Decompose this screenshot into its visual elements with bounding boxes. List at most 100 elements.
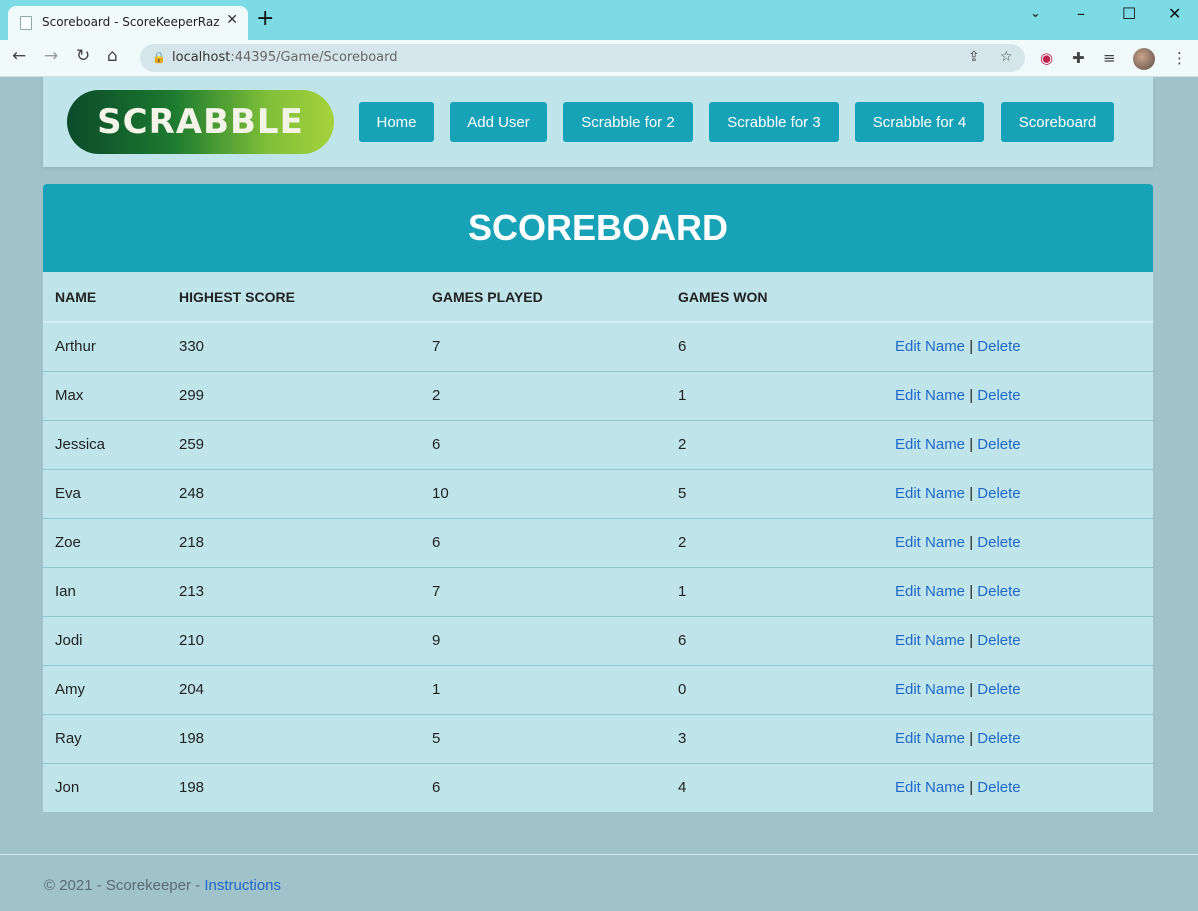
cell-actions: Edit Name | Delete [883,517,1153,567]
cell-games-played: 6 [420,762,666,812]
delete-link[interactable]: Delete [977,730,1020,747]
minimize-icon[interactable]: – [1077,4,1085,23]
cell-name: Jessica [43,419,167,469]
cell-games-played: 7 [420,566,666,616]
action-separator: | [969,730,974,747]
browser-toolbar: ← → ↻ ⌂ 🔒 localhost:44395/Game/Scoreboar… [0,40,1198,77]
edit-name-link[interactable]: Edit Name [895,632,965,649]
cell-games-played: 1 [420,664,666,714]
maximize-icon[interactable]: ☐ [1122,4,1136,23]
url-text: localhost:44395/Game/Scoreboard [172,50,398,65]
cell-highest-score: 218 [167,517,420,567]
cell-games-played: 6 [420,419,666,469]
cell-actions: Edit Name | Delete [883,713,1153,763]
cell-games-won: 2 [666,517,883,567]
instructions-link[interactable]: Instructions [204,877,281,894]
share-icon[interactable]: ⇪ [968,49,980,65]
browser-tab[interactable]: Scoreboard - ScoreKeeperRazorP ✕ [8,6,248,40]
delete-link[interactable]: Delete [977,338,1020,355]
delete-link[interactable]: Delete [977,632,1020,649]
media-queue-icon[interactable]: ≡ [1103,49,1116,67]
tab-title: Scoreboard - ScoreKeeperRazorP [42,15,220,29]
cell-highest-score: 259 [167,419,420,469]
cell-games-won: 1 [666,370,883,420]
table-row: Ian 213 7 1 Edit Name | Delete [43,566,1153,616]
delete-link[interactable]: Delete [977,681,1020,698]
bookmark-star-icon[interactable]: ☆ [1000,49,1013,65]
edit-name-link[interactable]: Edit Name [895,436,965,453]
cell-actions: Edit Name | Delete [883,615,1153,665]
col-header-actions [883,272,1153,323]
scoreboard-banner: SCOREBOARD [43,184,1153,272]
scoreboard-table: NAME HIGHEST SCORE GAMES PLAYED GAMES WO… [43,272,1153,812]
cell-games-won: 4 [666,762,883,812]
new-tab-icon[interactable]: + [256,8,274,30]
scrabble-logo[interactable]: SCRABBLE [67,90,334,154]
delete-link[interactable]: Delete [977,436,1020,453]
cell-highest-score: 330 [179,338,205,356]
col-header-highest-score: HIGHEST SCORE [167,272,420,323]
action-separator: | [969,485,974,502]
table-row: Max 299 2 1 Edit Name | Delete [43,370,1153,420]
nav-scoreboard-button[interactable]: Scoreboard [1001,102,1114,142]
col-header-games-played: GAMES PLAYED [420,272,666,323]
footer-divider [0,854,1198,855]
table-row: Ray 198 5 3 Edit Name | Delete [43,713,1153,763]
action-separator: | [969,583,974,600]
extensions-puzzle-icon[interactable]: ✚ [1072,49,1085,67]
tab-search-icon[interactable]: ⌄ [1030,6,1041,21]
cell-games-won: 2 [666,419,883,469]
delete-link[interactable]: Delete [977,534,1020,551]
cell-actions: Edit Name | Delete [883,468,1153,518]
table-row: Eva 248 10 5 Edit Name | Delete [43,468,1153,518]
action-separator: | [969,534,974,551]
delete-link[interactable]: Delete [977,485,1020,502]
delete-link[interactable]: Delete [977,583,1020,600]
nav-scrabble-2-button[interactable]: Scrabble for 2 [563,102,693,142]
nav-add-user-button[interactable]: Add User [450,102,547,142]
profile-avatar[interactable] [1133,48,1155,70]
cell-name: Jon [43,762,167,812]
edit-name-link[interactable]: Edit Name [895,485,965,502]
edit-name-link[interactable]: Edit Name [895,730,965,747]
nav-scrabble-3-button[interactable]: Scrabble for 3 [709,102,839,142]
edit-name-link[interactable]: Edit Name [895,338,965,355]
site-header: SCRABBLE Home Add User Scrabble for 2 Sc… [43,77,1153,167]
menu-kebab-icon[interactable]: ⋮ [1172,49,1187,67]
logo-text: SCRABBLE [97,102,304,142]
edit-name-link[interactable]: Edit Name [895,681,965,698]
cell-actions: Edit Name | Delete [883,370,1153,420]
close-tab-icon[interactable]: ✕ [226,12,238,28]
browser-tabbar: Scoreboard - ScoreKeeperRazorP ✕ + ⌄ – ☐… [0,0,1198,40]
cell-name: Max [43,370,167,420]
cell-games-won: 1 [666,566,883,616]
cell-name: Eva [43,468,167,518]
cell-games-played: 2 [420,370,666,420]
edit-name-link[interactable]: Edit Name [895,779,965,796]
page-favicon-icon [20,16,32,30]
edit-name-link[interactable]: Edit Name [895,534,965,551]
delete-link[interactable]: Delete [977,779,1020,796]
nav-home-button[interactable]: Home [359,102,434,142]
cell-games-won: 5 [666,468,883,518]
reload-icon[interactable]: ↻ [76,46,90,66]
edit-name-link[interactable]: Edit Name [895,583,965,600]
action-separator: | [969,681,974,698]
nav-scrabble-4-button[interactable]: Scrabble for 4 [855,102,984,142]
edit-name-link[interactable]: Edit Name [895,387,965,404]
delete-link[interactable]: Delete [977,387,1020,404]
cell-highest-score: 204 [167,664,420,714]
home-icon[interactable]: ⌂ [107,46,118,66]
cell-actions: Edit Name | Delete [883,762,1153,812]
address-bar[interactable]: 🔒 localhost:44395/Game/Scoreboard ⇪ ☆ [140,44,1025,72]
window-close-icon[interactable]: ✕ [1168,4,1181,23]
cell-name: Arthur [55,338,96,356]
cell-games-played: 5 [420,713,666,763]
cell-games-played: 6 [420,517,666,567]
cell-games-won: 0 [666,664,883,714]
extension-record-icon[interactable]: ◉ [1040,49,1053,67]
back-icon[interactable]: ← [12,46,26,66]
forward-icon[interactable]: → [44,46,58,66]
cell-games-played: 9 [420,615,666,665]
cell-name: Ian [43,566,167,616]
